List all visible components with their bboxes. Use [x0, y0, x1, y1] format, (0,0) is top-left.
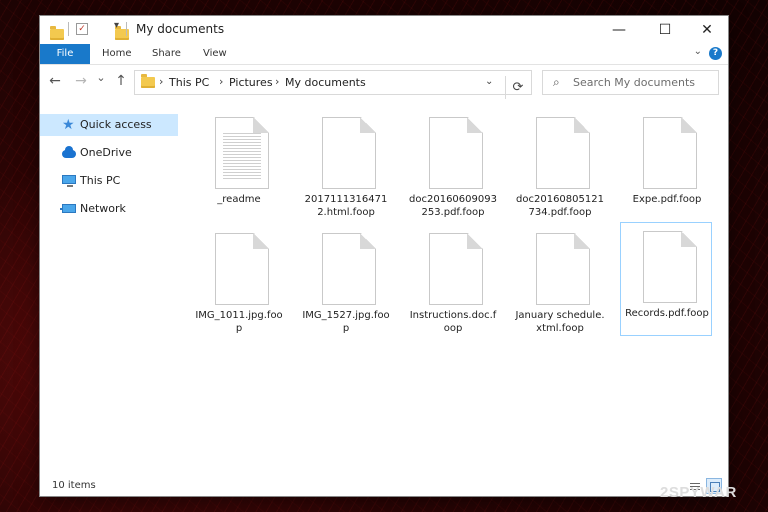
tab-view[interactable]: View [203, 44, 227, 64]
sidebar-item-label: Network [80, 202, 126, 215]
page-fold [574, 117, 590, 133]
file-list: _readme 20171113164712.html.foop doc2016… [184, 104, 724, 464]
page-fold [253, 233, 269, 249]
ribbon: File Home Share View ⌄ ? [40, 44, 728, 65]
file-explorer-window: ✓ ▾ My documents — ☐ ✕ File Home Share V… [40, 16, 728, 496]
sidebar-item-label: Quick access [80, 118, 152, 131]
watermark-logo: 2SPYWAR [660, 484, 737, 501]
page-fold [681, 231, 697, 247]
recent-locations-button[interactable]: ⌄ [92, 71, 110, 84]
file-item[interactable]: IMG_1527.jpg.foop [299, 224, 391, 338]
up-button[interactable]: ↑ [112, 73, 130, 89]
maximize-button[interactable]: ☐ [642, 16, 688, 44]
cloud-icon [62, 146, 76, 158]
sidebar-item-network[interactable]: Network [40, 198, 178, 220]
sidebar-item-label: This PC [80, 174, 121, 187]
window-title: My documents [136, 22, 225, 36]
navigation-pane: ★ Quick access OneDrive This PC Network [40, 112, 178, 466]
page-fold [467, 117, 483, 133]
search-icon: ⌕ [553, 75, 560, 89]
page-fold [681, 117, 697, 133]
page-fold [574, 233, 590, 249]
status-bar: 10 items [40, 476, 728, 496]
forward-button[interactable]: → [72, 73, 90, 89]
properties-icon[interactable]: ✓ [76, 23, 88, 35]
navigation-bar: ← → ⌄ ↑ › This PC › Pictures › My docume… [40, 65, 728, 99]
chevron-right-icon[interactable]: › [219, 75, 223, 88]
tab-share[interactable]: Share [152, 44, 181, 64]
star-icon: ★ [62, 117, 75, 133]
tab-home[interactable]: Home [102, 44, 132, 64]
refresh-button[interactable]: ⟳ [505, 76, 530, 99]
page-fold [360, 117, 376, 133]
folder-icon [50, 26, 64, 40]
page-fold [253, 117, 269, 133]
computer-icon [62, 175, 76, 187]
page-fold [467, 233, 483, 249]
breadcrumb-this-pc[interactable]: This PC [169, 76, 209, 89]
sidebar-item-onedrive[interactable]: OneDrive [40, 142, 178, 164]
file-item[interactable]: _readme [192, 108, 284, 222]
file-name: 20171113164712.html.foop [304, 194, 388, 218]
file-name: Instructions.doc.foop [409, 310, 497, 334]
customize-quick-access-icon[interactable]: ▾ [114, 20, 119, 36]
file-name: Records.pdf.foop [625, 308, 709, 319]
address-bar[interactable]: › This PC › Pictures › My documents ⌄ ⟳ [134, 70, 532, 99]
divider [126, 22, 127, 36]
breadcrumb-pictures[interactable]: Pictures [229, 76, 273, 89]
file-name: January schedule.xtml.foop [515, 310, 605, 334]
file-name: IMG_1527.jpg.foop [302, 310, 390, 334]
back-button[interactable]: ← [46, 73, 64, 89]
tab-file[interactable]: File [40, 44, 90, 64]
file-name: IMG_1011.jpg.foop [195, 310, 283, 334]
file-item[interactable]: doc20160805121734.pdf.foop [513, 108, 605, 222]
help-icon[interactable]: ? [709, 47, 722, 60]
file-item[interactable]: Expe.pdf.foop [620, 108, 712, 222]
network-icon [60, 204, 76, 213]
file-item[interactable]: January schedule.xtml.foop [513, 224, 605, 338]
expand-ribbon-icon[interactable]: ⌄ [694, 46, 702, 57]
sidebar-item-quick-access[interactable]: ★ Quick access [40, 114, 178, 136]
divider [68, 22, 69, 36]
file-name: doc20160805121734.pdf.foop [516, 194, 604, 218]
minimize-button[interactable]: — [596, 16, 642, 44]
folder-icon [141, 74, 155, 88]
file-item[interactable]: IMG_1011.jpg.foop [192, 224, 284, 338]
chevron-right-icon[interactable]: › [275, 75, 279, 88]
search-box[interactable]: ⌕ [542, 70, 719, 95]
document-lines [223, 131, 261, 181]
item-count: 10 items [52, 480, 96, 491]
search-input[interactable] [573, 73, 713, 91]
file-item[interactable]: doc20160609093253.pdf.foop [406, 108, 498, 222]
file-item-selected[interactable]: Records.pdf.foop [620, 222, 712, 336]
chevron-right-icon[interactable]: › [159, 75, 163, 88]
chevron-down-icon[interactable]: ⌄ [485, 76, 493, 87]
sidebar-item-this-pc[interactable]: This PC [40, 170, 178, 192]
close-button[interactable]: ✕ [684, 16, 728, 44]
file-name: Expe.pdf.foop [632, 194, 702, 205]
file-item[interactable]: Instructions.doc.foop [406, 224, 498, 338]
file-item[interactable]: 20171113164712.html.foop [299, 108, 391, 222]
file-name: doc20160609093253.pdf.foop [409, 194, 497, 218]
file-name: _readme [217, 194, 261, 205]
page-fold [360, 233, 376, 249]
sidebar-item-label: OneDrive [80, 146, 132, 159]
title-bar: ✓ ▾ My documents — ☐ ✕ [40, 16, 728, 44]
breadcrumb-my-documents[interactable]: My documents [285, 76, 366, 89]
